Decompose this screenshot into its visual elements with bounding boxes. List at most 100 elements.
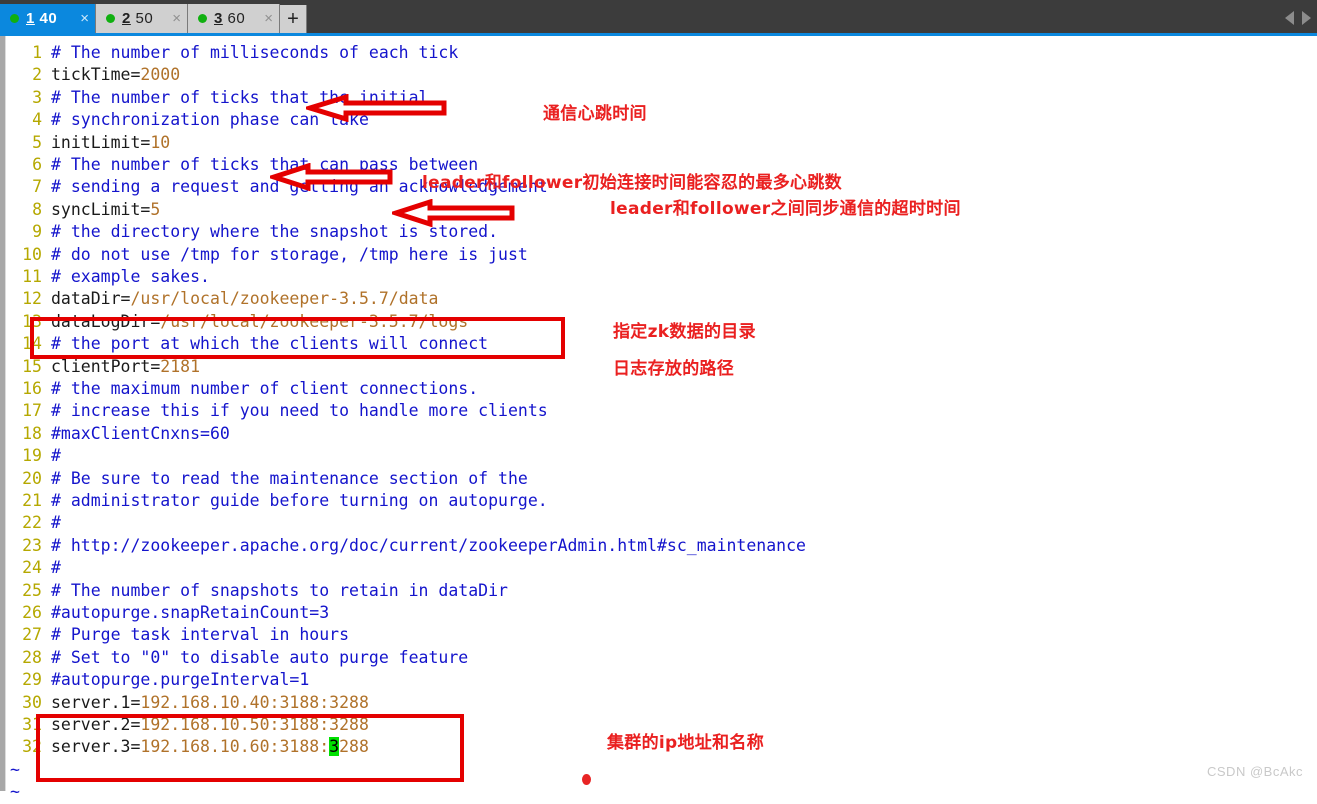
code-token: # http://zookeeper.apache.org/doc/curren… [51, 535, 806, 555]
code-token: #autopurge.purgeInterval=1 [51, 670, 310, 690]
tab-1-label: 1 40 [26, 10, 58, 27]
code-token: # The number of ticks that can pass betw… [51, 155, 479, 174]
code-line: 24 # [0, 557, 61, 579]
line-number: 24 [22, 558, 42, 578]
line-number: 5 [32, 132, 42, 152]
line-number: 6 [32, 155, 42, 174]
arrow-synclimit [392, 199, 515, 227]
line-number: 1 [32, 43, 42, 62]
code-line: 16 # the maximum number of client connect… [0, 378, 478, 400]
tab-1-close-icon[interactable]: × [80, 10, 89, 27]
code-token: # the maximum number of client connectio… [51, 379, 479, 398]
scroll-right-icon[interactable] [1302, 10, 1311, 25]
new-tab-button[interactable]: + [280, 5, 307, 33]
scroll-left-icon[interactable] [1285, 10, 1294, 25]
tab-2[interactable]: 2 50 × [96, 4, 188, 33]
tab-3-close-icon[interactable]: × [264, 10, 273, 27]
code-token: clientPort= [51, 356, 161, 376]
line-number: 23 [22, 535, 42, 555]
line-number: 7 [32, 177, 42, 197]
line-number: 2 [32, 65, 42, 85]
line-number: 26 [22, 603, 42, 622]
empty-line-marker: ~ [10, 782, 20, 802]
code-line: 29 #autopurge.purgeInterval=1 [0, 669, 309, 691]
code-line: 2 tickTime=2000 [0, 64, 180, 86]
code-token: # increase this if you need to handle mo… [51, 401, 548, 421]
code-line: 18 #maxClientCnxns=60 [0, 423, 230, 445]
code-line: 27 # Purge task interval in hours [0, 624, 349, 646]
code-token: 2000 [140, 65, 181, 85]
code-token: # do not use /tmp for storage, /tmp here… [51, 244, 528, 264]
annotation-datadir: 指定zk数据的目录 [613, 322, 756, 342]
line-number: 12 [22, 289, 42, 309]
code-token: initLimit= [51, 132, 151, 152]
red-dot-marker [582, 774, 591, 785]
code-token: # The number of milliseconds of each tic… [51, 43, 459, 62]
code-token: 10 [150, 132, 171, 152]
tab-scroll-controls [1285, 2, 1317, 33]
code-token: /usr/local/zookeeper-3.5.7/data [130, 289, 439, 309]
annotation-synclimit: leader和follower之间同步通信的超时时间 [610, 199, 961, 219]
code-line: 17 # increase this if you need to handle … [0, 400, 548, 422]
tab-3-label: 3 60 [214, 10, 246, 27]
annotation-datalogdir: 日志存放的路径 [613, 359, 735, 379]
code-line: 6 # The number of ticks that can pass bet… [0, 154, 478, 176]
tab-2-close-icon[interactable]: × [172, 10, 181, 27]
tab-status-dot-icon [106, 14, 115, 23]
tab-1[interactable]: 1 40 × [0, 4, 96, 33]
code-token: tickTime= [51, 65, 141, 85]
highlight-box-datadir [30, 317, 565, 359]
line-number: 18 [22, 423, 42, 443]
annotation-ticktime: 通信心跳时间 [543, 104, 647, 124]
code-token: # [51, 558, 61, 578]
code-line: 5 initLimit=10 [0, 132, 170, 154]
line-number: 16 [22, 379, 42, 398]
code-line: 8 syncLimit=5 [0, 199, 160, 221]
arrow-initlimit [270, 163, 393, 191]
code-token: syncLimit= [51, 199, 151, 219]
code-line: 1 # The number of milliseconds of each ti… [0, 42, 458, 64]
code-token: dataDir= [51, 289, 131, 309]
code-token: #maxClientCnxns=60 [51, 423, 230, 443]
line-number: 8 [32, 199, 42, 219]
code-token: server.1= [51, 692, 141, 712]
code-token: # administrator guide before turning on … [51, 491, 548, 510]
tab-bar: 1 40 × 2 50 × 3 60 × + [0, 0, 1317, 33]
code-line: 11 # example sakes. [0, 266, 210, 288]
code-line: 21 # administrator guide before turning o… [0, 490, 548, 512]
code-line: 22 # [0, 512, 61, 534]
line-number: 19 [22, 446, 42, 466]
code-token: # Purge task interval in hours [51, 625, 350, 645]
empty-line-marker: ~ [10, 759, 20, 779]
code-token: # Set to "0" to disable auto purge featu… [51, 647, 469, 667]
code-line: 30 server.1=192.168.10.40:3188:3288 [0, 692, 369, 714]
line-number: 11 [22, 267, 42, 286]
watermark-label: CSDN @BcAkc [1207, 764, 1303, 779]
tab-2-label: 2 50 [122, 10, 154, 27]
line-number: 28 [22, 647, 42, 667]
code-token: 5 [150, 199, 161, 219]
arrow-ticktime [306, 94, 447, 122]
line-number: 25 [22, 580, 42, 600]
line-number: 17 [22, 401, 42, 421]
code-line: 19 # [0, 445, 61, 467]
code-token: # The number of snapshots to retain in d… [51, 580, 508, 600]
code-line: 28 # Set to "0" to disable auto purge fea… [0, 647, 468, 669]
line-number: 20 [22, 468, 42, 488]
line-number: 4 [32, 110, 42, 130]
code-line: 25 # The number of snapshots to retain in… [0, 580, 508, 602]
highlight-box-servers [36, 714, 464, 782]
annotation-initlimit: leader和follower初始连接时间能容忍的最多心跳数 [422, 173, 842, 193]
annotation-servers: 集群的ip地址和名称 [607, 733, 764, 753]
line-number: 29 [22, 670, 42, 690]
code-line: 12 dataDir=/usr/local/zookeeper-3.5.7/dat… [0, 288, 438, 310]
tab-status-dot-icon [198, 14, 207, 23]
tab-3[interactable]: 3 60 × [188, 4, 280, 33]
code-token: # Be sure to read the maintenance sectio… [51, 468, 528, 488]
line-number: 10 [22, 244, 42, 264]
line-number: 27 [22, 625, 42, 645]
code-line: 23 # http://zookeeper.apache.org/doc/curr… [0, 535, 806, 557]
line-number: 30 [22, 692, 42, 712]
code-token: 2181 [160, 356, 201, 376]
terminal-editor-pane[interactable]: 1 # The number of milliseconds of each ti… [0, 36, 1317, 801]
